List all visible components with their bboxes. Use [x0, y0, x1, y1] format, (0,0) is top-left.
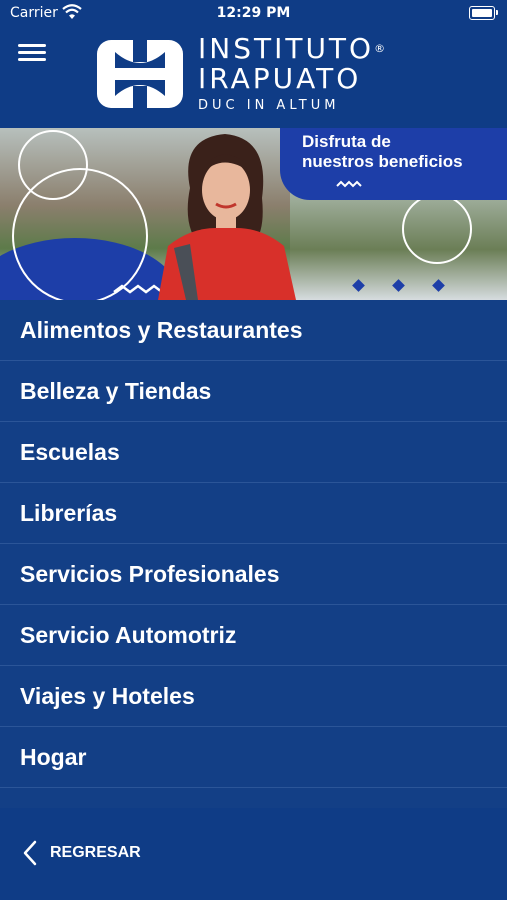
- category-item[interactable]: Viajes y Hoteles: [0, 666, 507, 727]
- category-item[interactable]: Belleza y Tiendas: [0, 361, 507, 422]
- clock: 12:29 PM: [216, 5, 291, 21]
- category-item[interactable]: Alimentos y Restaurantes: [0, 300, 507, 361]
- back-button[interactable]: REGRESAR: [22, 840, 141, 866]
- menu-bar-icon: [18, 51, 46, 54]
- promo-line-1: Disfruta de: [302, 132, 391, 151]
- registered-mark: ®: [374, 42, 389, 55]
- wave-decoration-icon: [336, 180, 362, 188]
- hamburger-menu-button[interactable]: [18, 40, 52, 68]
- category-item[interactable]: Servicios Profesionales: [0, 544, 507, 605]
- instituto-logo-icon: [97, 40, 183, 108]
- bottom-bar: REGRESAR: [0, 808, 507, 900]
- category-item[interactable]: Escuelas: [0, 422, 507, 483]
- back-label: REGRESAR: [50, 844, 141, 861]
- brand-tagline: DUC IN ALTUM: [198, 98, 340, 113]
- promo-banner[interactable]: Disfruta de nuestros beneficios: [0, 128, 507, 300]
- menu-bar-icon: [18, 58, 46, 61]
- decor-circle: [402, 194, 472, 264]
- decor-circle: [12, 168, 148, 300]
- status-bar: Carrier 12:29 PM: [0, 0, 507, 28]
- battery-icon: [469, 6, 495, 20]
- app-header: INSTITUTO® IRAPUATO DUC IN ALTUM: [0, 28, 507, 128]
- chevron-left-icon: [23, 840, 37, 866]
- brand-line-2: IRAPUATO: [198, 62, 362, 95]
- student-photo: [158, 134, 296, 300]
- category-list: Alimentos y Restaurantes Belleza y Tiend…: [0, 300, 507, 810]
- brand-line-1: INSTITUTO: [198, 32, 375, 65]
- category-item[interactable]: Hogar: [0, 727, 507, 788]
- promo-line-2: nuestros beneficios: [302, 152, 463, 171]
- promo-headline: Disfruta de nuestros beneficios: [302, 132, 463, 172]
- category-item[interactable]: Servicio Automotriz: [0, 605, 507, 666]
- category-item[interactable]: Librerías: [0, 483, 507, 544]
- brand-wordmark: INSTITUTO® IRAPUATO DUC IN ALTUM: [198, 32, 389, 114]
- battery-tip: [496, 10, 498, 15]
- menu-bar-icon: [18, 44, 46, 47]
